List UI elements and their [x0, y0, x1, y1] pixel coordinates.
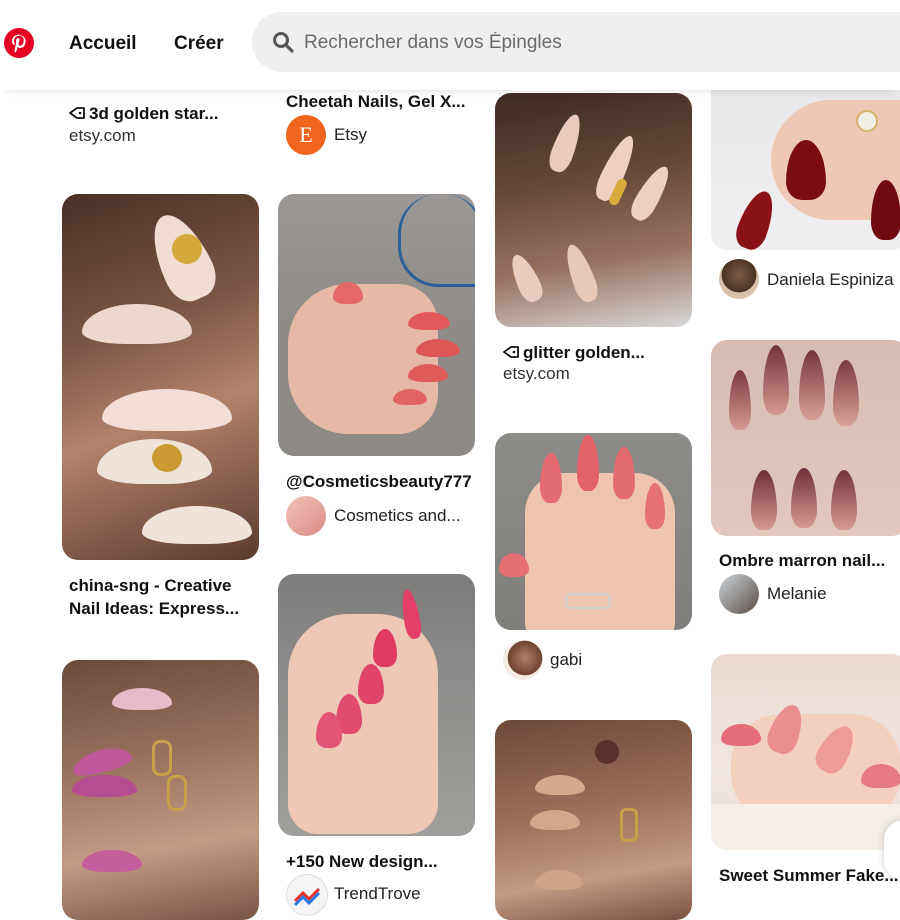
author-name[interactable]: Cosmetics and...: [334, 506, 461, 526]
author-name[interactable]: gabi: [550, 650, 582, 670]
nail-decoration: [408, 312, 450, 330]
pin-title[interactable]: @Cosmeticsbeauty777: [286, 470, 472, 493]
nail-decoration: [535, 870, 583, 890]
nail-decoration: [82, 850, 142, 872]
pin-image[interactable]: [711, 340, 900, 536]
ring-gem: [856, 110, 878, 132]
nail-decoration: [142, 506, 252, 544]
gold-charm: [172, 234, 202, 264]
avatar-letter: E: [299, 122, 313, 147]
shirt-print: [398, 194, 475, 287]
pin-title-text: 3d golden star...: [89, 104, 219, 123]
nail-decoration: [416, 339, 460, 357]
sweater-sleeve: [711, 804, 900, 850]
pin-title[interactable]: 3d golden star...: [69, 102, 218, 125]
nail-decoration: [729, 370, 751, 430]
pin-image[interactable]: [711, 654, 900, 850]
pin-title-text: glitter golden...: [523, 343, 645, 362]
nail-decoration: [799, 350, 825, 420]
pin-title[interactable]: +150 New design...: [286, 850, 438, 873]
nail-decoration: [861, 764, 900, 788]
nail-art-flower: [595, 740, 619, 764]
nail-decoration: [751, 470, 777, 530]
gold-ring: [620, 808, 638, 842]
gold-ring: [152, 740, 172, 776]
top-header: Accueil Créer: [0, 0, 900, 90]
search-input[interactable]: [302, 26, 866, 60]
pin-title[interactable]: glitter golden...: [503, 341, 645, 364]
pinterest-logo-icon[interactable]: [4, 28, 34, 58]
author-name[interactable]: Melanie: [767, 584, 827, 604]
hand: [288, 284, 438, 434]
silver-ring: [565, 593, 611, 609]
pin-image[interactable]: [62, 194, 259, 560]
avatar[interactable]: [719, 574, 759, 614]
nail-decoration: [560, 241, 602, 305]
avatar[interactable]: [503, 640, 543, 680]
pin-image[interactable]: [495, 433, 692, 630]
nail-decoration: [833, 360, 859, 426]
nail-decoration: [112, 688, 172, 710]
nail-decoration: [831, 470, 857, 530]
nail-decoration: [70, 742, 134, 780]
gold-ring: [167, 775, 187, 811]
nail-decoration: [791, 468, 817, 528]
pin-title[interactable]: Sweet Summer Fake...: [719, 864, 899, 887]
nail-decoration: [102, 389, 232, 431]
nail-decoration: [72, 775, 137, 797]
nav-create-link[interactable]: Créer: [174, 33, 224, 55]
nail-decoration: [626, 161, 676, 225]
pin-title-line: Nail Ideas: Express...: [69, 599, 240, 618]
avatar[interactable]: [286, 874, 328, 916]
scroll-right-button[interactable]: [884, 820, 900, 880]
gold-charm: [152, 444, 182, 472]
nail-decoration: [408, 364, 448, 382]
trendtrove-logo-icon: [293, 887, 321, 907]
avatar[interactable]: [719, 259, 759, 299]
nail-decoration: [393, 389, 427, 405]
pin-image[interactable]: [495, 93, 692, 327]
hand: [288, 614, 438, 834]
nail-decoration: [545, 111, 587, 175]
pin-image[interactable]: [711, 70, 900, 250]
pin-image[interactable]: [62, 660, 259, 920]
tag-icon: [503, 346, 519, 358]
nail-decoration: [871, 180, 900, 240]
nail-decoration: [540, 453, 562, 503]
nail-decoration: [731, 186, 781, 250]
nail-decoration: [763, 345, 789, 415]
pin-title[interactable]: Cheetah Nails, Gel X...: [286, 90, 466, 113]
nav-home-link[interactable]: Accueil: [69, 33, 137, 55]
avatar[interactable]: E: [286, 115, 326, 155]
pin-source[interactable]: etsy.com: [69, 126, 136, 146]
pin-source[interactable]: etsy.com: [503, 364, 570, 384]
search-icon: [273, 32, 294, 53]
nail-decoration: [505, 250, 547, 306]
author-name[interactable]: Etsy: [334, 125, 367, 145]
search-bar[interactable]: [252, 12, 900, 72]
avatar[interactable]: [286, 496, 326, 536]
pin-image[interactable]: [495, 720, 692, 920]
author-name[interactable]: TrendTrove: [334, 884, 421, 904]
pin-title[interactable]: Ombre marron nail...: [719, 549, 885, 572]
tag-icon: [69, 107, 85, 119]
pin-title-line: china-sng - Creative: [69, 576, 232, 595]
nail-decoration: [535, 775, 585, 795]
nail-decoration: [577, 435, 599, 491]
pin-title[interactable]: china-sng - Creative Nail Ideas: Express…: [69, 574, 239, 620]
pin-image[interactable]: [278, 574, 475, 836]
nail-decoration: [530, 810, 580, 830]
nail-decoration: [82, 304, 192, 344]
author-name[interactable]: Daniela Espiniza: [767, 270, 894, 290]
nail-decoration: [613, 447, 635, 499]
pin-image[interactable]: [278, 194, 475, 456]
